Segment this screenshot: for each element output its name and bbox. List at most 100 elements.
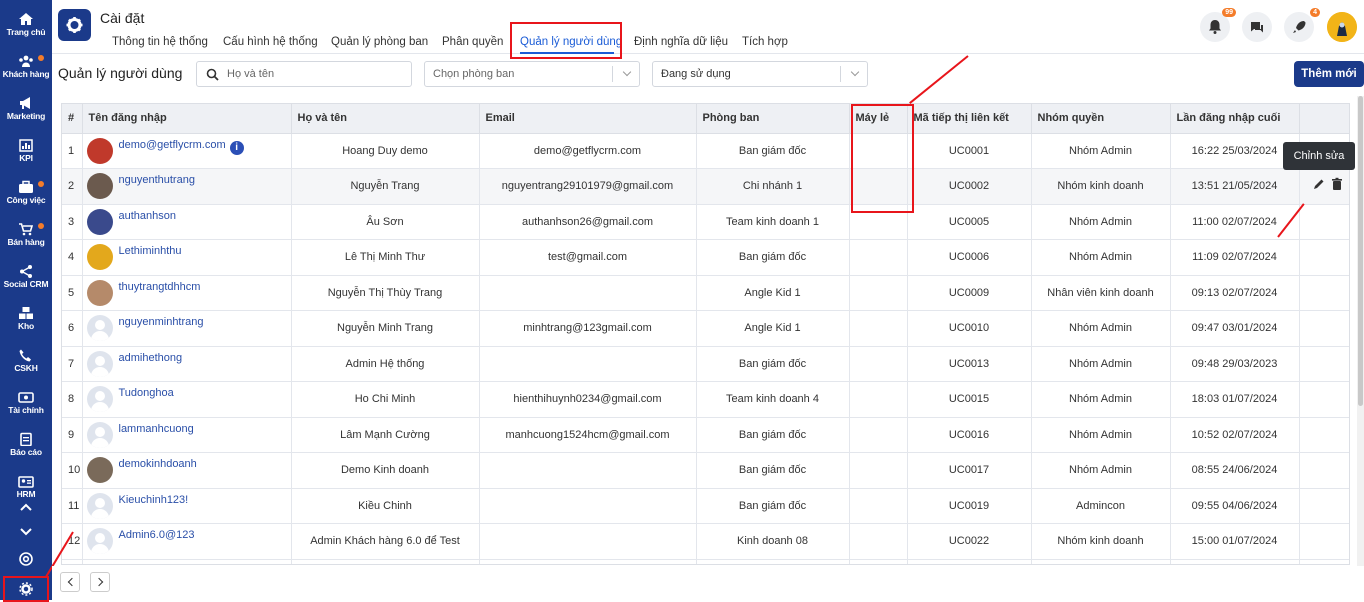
last-login-cell: 16:22 25/03/2024 (1170, 133, 1300, 169)
table-row[interactable]: 13 (62, 559, 1349, 564)
table-body: 1 demo@getflycrm.com i Hoang Duy demo demo@g… (62, 133, 1349, 564)
username-cell: Lethiminhthu (82, 239, 292, 276)
chat-button[interactable] (1242, 12, 1272, 42)
email-cell (479, 275, 697, 311)
sidebar-item-9[interactable]: CSKH (0, 340, 52, 380)
sidebar-item-label: KPI (19, 153, 33, 163)
prev-page-button[interactable] (60, 572, 80, 592)
avatar (86, 137, 113, 164)
sidebar-item-1[interactable]: Trang chủ (0, 4, 52, 44)
username-link[interactable]: nguyenthutrang (119, 174, 195, 186)
rocket-button[interactable]: 4 (1284, 8, 1320, 42)
table-row[interactable]: 2 nguyenthutrang Nguyễn Trang nguyentrang29… (62, 168, 1349, 205)
table-row[interactable]: 12 Admin6.0@123 Admin Khách hàng 6.0 để Te… (62, 523, 1349, 560)
table-row[interactable]: 9 lammanhcuong Lâm Mạnh Cường manhcuong1524… (62, 417, 1349, 453)
username-cell: Kieuchinh123! (82, 488, 292, 524)
last-login-cell: 09:13 02/07/2024 (1170, 275, 1300, 311)
actions-cell (1299, 523, 1349, 560)
column-header: Lần đăng nhập cuối (1170, 104, 1300, 134)
username-link[interactable]: Tudonghoa (119, 387, 174, 399)
row-number: 2 (62, 168, 83, 205)
actions-cell (1299, 559, 1349, 564)
fullname-cell: Ho Chi Minh (291, 381, 480, 418)
fullname-cell: Admin Hệ thống (291, 346, 480, 382)
pencil-icon[interactable] (1312, 177, 1326, 191)
table-row[interactable]: 6 nguyenminhtrang Nguyễn Minh Trang minhtra… (62, 310, 1349, 347)
extension-cell (849, 239, 908, 276)
info-icon[interactable]: i (229, 140, 244, 155)
extension-cell (849, 275, 908, 311)
user-avatar[interactable] (1327, 12, 1357, 42)
username-link[interactable]: demokinhdoanh (119, 458, 197, 470)
tab-1[interactable]: Thông tin hệ thống (112, 36, 208, 48)
table-row[interactable]: 7 admihethong Admin Hệ thống Ban giám đốc UC… (62, 346, 1349, 382)
sidebar-item-5[interactable]: Công việc (0, 172, 52, 212)
username-link[interactable]: Lethiminhthu (119, 245, 182, 257)
sidebar-item-4[interactable]: KPI (0, 130, 52, 170)
affiliate-code-cell: UC0002 (907, 168, 1032, 205)
sidebar-item-7[interactable]: Social CRM (0, 256, 52, 296)
list-title: Quản lý người dùng (58, 65, 183, 81)
username-cell: admihethong (82, 346, 292, 382)
tab-4[interactable]: Phân quyền (442, 36, 503, 48)
tab-2[interactable]: Cấu hình hệ thống (223, 36, 318, 48)
chevron-up-button[interactable] (18, 500, 34, 514)
email-cell: minhtrang@123gmail.com (479, 310, 697, 347)
support-button[interactable] (18, 552, 34, 566)
notification-button[interactable]: 99 (1200, 8, 1236, 42)
affiliate-code-cell: UC0009 (907, 275, 1032, 311)
top-bar: Cài đặt Thông tin hệ thống Cấu hình hệ th… (52, 0, 1364, 59)
sidebar-item-6[interactable]: Bán hàng (0, 214, 52, 254)
username-link[interactable]: thuytrangtdhhcm (119, 281, 201, 293)
search-input[interactable]: Họ và tên (196, 61, 412, 87)
permission-group-cell: Nhân viên kinh doanh (1031, 275, 1171, 311)
tab-3[interactable]: Quản lý phòng ban (331, 36, 428, 48)
sidebar-item-2[interactable]: Khách hàng (0, 46, 52, 86)
username-link[interactable]: demo@getflycrm.com (119, 139, 226, 151)
username-link[interactable]: Admin6.0@123 (119, 529, 195, 541)
table-row[interactable]: 11 Kieuchinh123! Kiều Chinh Ban giám đốc UC0… (62, 488, 1349, 524)
page-title: Cài đặt (100, 10, 145, 26)
sidebar-item-10[interactable]: Tài chính (0, 382, 52, 422)
trash-icon[interactable] (1330, 177, 1344, 191)
tab-7[interactable]: Tích hợp (742, 36, 788, 48)
settings-button[interactable] (58, 9, 91, 41)
username-link[interactable]: nguyenminhtrang (119, 316, 204, 328)
email-cell (479, 346, 697, 382)
chevron-down-button[interactable] (18, 524, 34, 538)
next-page-button[interactable] (90, 572, 110, 592)
username-link[interactable]: admihethong (119, 352, 183, 364)
username-cell: thuytrangtdhhcm (82, 275, 292, 311)
phone-icon (19, 349, 31, 362)
sidebar-item-3[interactable]: Marketing (0, 88, 52, 128)
gear-icon (66, 17, 83, 33)
scrollbar-thumb[interactable] (1358, 96, 1363, 406)
table-row[interactable]: 10 demokinhdoanh Demo Kinh doanh Ban giám đ… (62, 452, 1349, 489)
users-icon (19, 55, 33, 67)
department-cell: Ban giám đốc (696, 239, 850, 276)
add-user-button[interactable]: Thêm mới (1294, 61, 1364, 87)
sidebar-item-11[interactable]: Báo cáo (0, 424, 52, 464)
username-link[interactable]: lammanhcuong (119, 423, 194, 435)
last-login-cell (1170, 559, 1300, 564)
department-cell (696, 559, 850, 564)
tab-6[interactable]: Định nghĩa dữ liệu (634, 36, 728, 48)
table-row[interactable]: 4 Lethiminhthu Lê Thị Minh Thư test@gmail.c… (62, 239, 1349, 276)
sidebar-item-8[interactable]: Kho (0, 298, 52, 338)
table-row[interactable]: 3 authanhson Âu Sơn authanhson26@gmail.com T… (62, 204, 1349, 240)
table-row[interactable]: 8 Tudonghoa Ho Chi Minh hienthihuynh0234@gm… (62, 381, 1349, 418)
username-link[interactable]: Kieuchinh123! (119, 494, 189, 506)
avatar (86, 279, 113, 306)
username-link[interactable]: authanhson (119, 210, 177, 222)
table-row[interactable]: 5 thuytrangtdhhcm Nguyễn Thị Thùy Trang Ang… (62, 275, 1349, 311)
table-row[interactable]: 1 demo@getflycrm.com i Hoang Duy demo demo@g… (62, 133, 1349, 169)
row-number: 8 (62, 381, 83, 418)
select-divider (612, 66, 613, 82)
status-select[interactable]: Đang sử dụng (652, 61, 868, 87)
department-select[interactable]: Chọn phòng ban (424, 61, 640, 87)
department-cell: Angle Kid 1 (696, 310, 850, 347)
department-cell: Angle Kid 1 (696, 275, 850, 311)
cart-icon (19, 223, 34, 236)
affiliate-code-cell: UC0013 (907, 346, 1032, 382)
department-placeholder: Chọn phòng ban (433, 68, 515, 80)
